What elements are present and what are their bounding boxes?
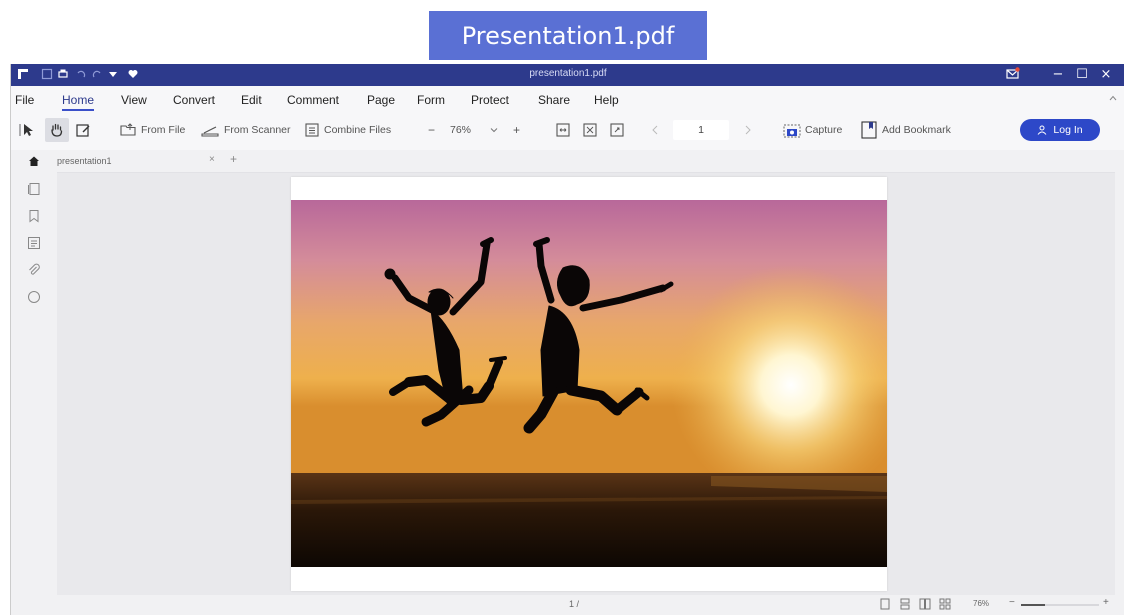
hand-tool-button[interactable] [45,118,69,142]
previous-page-button[interactable] [651,120,659,140]
add-bookmark-button[interactable]: Add Bookmark [860,120,951,140]
bookmark-icon [861,121,877,139]
menu-help[interactable]: Help [594,93,619,107]
minimize-button[interactable]: − [1049,66,1067,84]
status-zoom-out-button[interactable]: − [1009,597,1015,608]
tab-title: presentation1 [57,156,112,166]
notification-mail-icon[interactable] [1006,67,1020,81]
single-page-view-icon[interactable] [879,598,891,610]
document-tab[interactable]: presentation1 × [49,150,229,172]
log-in-label: Log In [1053,124,1083,136]
edit-box-icon [76,124,90,137]
hand-icon [51,123,63,137]
capture-label: Capture [805,124,843,136]
combine-files-button[interactable]: Combine Files [304,120,391,140]
combine-files-icon [305,123,319,137]
left-sidebar [11,172,57,615]
search-panel-icon[interactable] [27,290,41,304]
collapse-ribbon-icon[interactable] [1109,95,1117,101]
tab-close-button[interactable]: × [209,154,215,165]
maximize-button[interactable]: ☐ [1073,66,1091,84]
add-bookmark-label: Add Bookmark [882,124,951,136]
chevron-left-icon [652,125,658,135]
document-viewer[interactable] [57,172,1115,599]
page-number-field[interactable]: 1 [673,120,729,140]
status-page-indicator[interactable]: 1 / [569,599,579,609]
zoom-slider[interactable] [1021,604,1099,606]
comments-panel-icon[interactable] [27,236,41,250]
title-bar: presentation1.pdf − ☐ × [11,64,1124,86]
menu-file[interactable]: File [15,93,34,107]
camera-icon [783,124,801,138]
actual-size-button[interactable] [609,120,625,140]
sunset-jumping-photo [291,200,887,567]
status-zoom-level[interactable]: 76% [973,599,989,608]
from-scanner-button[interactable]: From Scanner [200,120,291,140]
folder-icon [120,123,136,136]
menu-protect[interactable]: Protect [471,93,509,107]
user-icon [1038,125,1047,135]
from-scanner-label: From Scanner [224,124,291,136]
grid-view-icon[interactable] [939,598,951,610]
home-icon[interactable] [28,155,40,167]
menu-share[interactable]: Share [538,93,570,107]
capture-button[interactable]: Capture [783,120,842,140]
zoom-dropdown[interactable] [490,120,498,140]
attachment-icon[interactable] [27,263,41,277]
scanner-icon [201,126,219,137]
menu-form[interactable]: Form [417,93,445,107]
from-file-button[interactable]: From File [119,120,185,140]
zoom-level-field[interactable]: 76% [450,120,471,140]
document-caption: Presentation1.pdf [429,11,707,60]
chevron-right-icon [745,125,751,135]
pdf-app-window: presentation1.pdf − ☐ × File Home View C… [10,64,1124,615]
log-in-button[interactable]: Log In [1020,119,1100,141]
continuous-view-icon[interactable] [899,598,911,610]
chevron-down-icon [490,128,498,133]
two-page-view-icon[interactable] [919,598,931,610]
zoom-out-button[interactable]: − [428,120,435,140]
ribbon-toolbar: From File From Scanner Combine Files − 7… [11,112,1124,150]
cursor-icon [19,124,33,136]
status-zoom-in-button[interactable]: + [1103,597,1109,608]
fit-width-icon [556,123,570,137]
menu-convert[interactable]: Convert [173,93,215,107]
fit-page-icon [583,123,597,137]
fit-width-button[interactable] [555,120,571,140]
menu-view[interactable]: View [121,93,147,107]
zoom-slider-fill [1021,604,1045,606]
new-tab-button[interactable]: + [230,152,237,166]
from-file-label: From File [141,124,186,136]
edit-tool-button[interactable] [75,120,91,140]
zoom-in-button[interactable]: + [513,120,520,140]
actual-size-icon [610,123,624,137]
status-bar: 1 / 76% − + [11,595,1124,615]
next-page-button[interactable] [744,120,752,140]
thumbnails-icon[interactable] [27,182,41,196]
select-tool-button[interactable] [19,120,35,140]
screenshot-frame: Presentation1.pdf presentation1.pdf − ☐ … [0,0,1124,615]
menu-comment[interactable]: Comment [287,93,339,107]
menu-home[interactable]: Home [62,93,95,111]
menu-bar: File Home View Convert Edit Comment Page… [11,86,1124,112]
document-tab-bar: presentation1 × + [11,150,1124,172]
bookmarks-panel-icon[interactable] [27,209,41,223]
window-title: presentation1.pdf [529,68,607,79]
close-button[interactable]: × [1097,66,1115,84]
fit-page-button[interactable] [582,120,598,140]
menu-edit[interactable]: Edit [241,93,262,107]
combine-files-label: Combine Files [324,124,392,136]
menu-page[interactable]: Page [367,93,395,107]
pdf-page [291,177,887,591]
